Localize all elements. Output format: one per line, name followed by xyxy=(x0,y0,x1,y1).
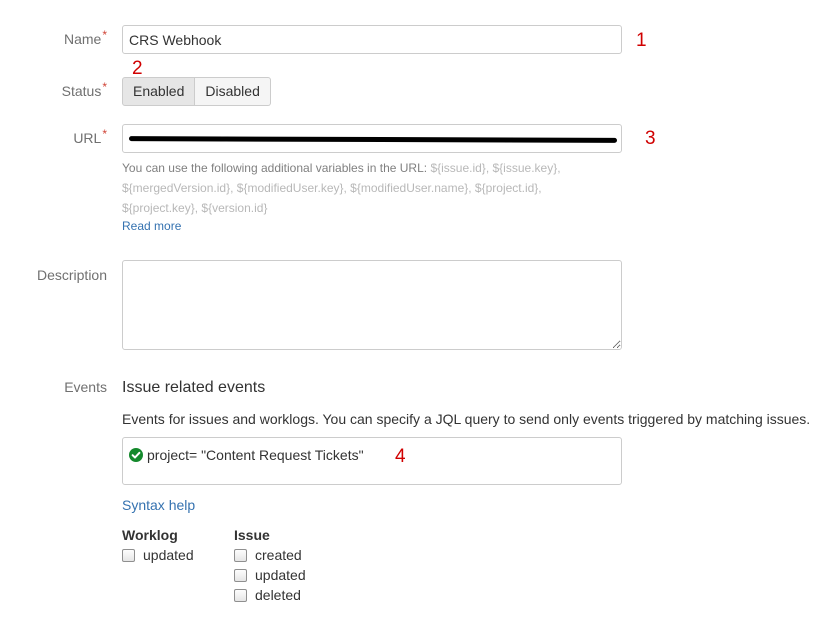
events-label: Events xyxy=(64,379,107,395)
status-enabled-button[interactable]: Enabled xyxy=(122,77,196,106)
status-disabled-button[interactable]: Disabled xyxy=(195,77,271,106)
checkbox-box[interactable] xyxy=(234,588,247,602)
issue-group-title: Issue xyxy=(234,527,270,543)
syntax-help-link[interactable]: Syntax help xyxy=(122,497,195,513)
issue-created-checkbox[interactable]: created xyxy=(234,547,302,563)
issue-updated-checkbox[interactable]: updated xyxy=(234,567,306,583)
description-label: Description xyxy=(36,267,107,283)
var-version-id: ${version.id} xyxy=(201,201,268,215)
jql-query-text: project= "Content Request Tickets" xyxy=(147,447,364,463)
description-textarea[interactable] xyxy=(122,260,622,350)
annotation-1: 1 xyxy=(636,30,647,51)
valid-check-icon xyxy=(129,448,143,465)
status-toggle: Enabled Disabled xyxy=(122,77,271,106)
events-subtext: Events for issues and worklogs. You can … xyxy=(122,411,811,427)
var-modified-user-name: ${modifiedUser.name}, xyxy=(350,181,472,195)
redaction-mark xyxy=(128,136,618,143)
var-issue-key: ${issue.key}, xyxy=(492,161,561,175)
events-heading: Issue related events xyxy=(122,379,266,396)
checkbox-box[interactable] xyxy=(234,548,247,562)
name-input[interactable] xyxy=(122,25,622,54)
status-label: Status* xyxy=(61,80,107,99)
var-issue-id: ${issue.id}, xyxy=(430,161,490,175)
issue-deleted-checkbox[interactable]: deleted xyxy=(234,587,301,603)
read-more-link[interactable]: Read more xyxy=(122,219,181,233)
var-modified-user-key: ${modifiedUser.key}, xyxy=(236,181,347,195)
url-input[interactable] xyxy=(122,124,622,153)
name-label: Name* xyxy=(63,28,107,47)
worklog-updated-checkbox[interactable]: updated xyxy=(122,547,194,563)
jql-textarea[interactable]: project= "Content Request Tickets" xyxy=(122,437,622,485)
url-label: URL* xyxy=(73,127,107,146)
worklog-group-title: Worklog xyxy=(122,527,178,543)
annotation-4: 4 xyxy=(395,446,406,467)
var-project-key: ${project.key}, xyxy=(122,201,199,215)
checkbox-box[interactable] xyxy=(122,548,135,562)
var-merged-version-id: ${mergedVersion.id}, xyxy=(122,181,234,195)
var-project-id: ${project.id}, xyxy=(474,181,542,195)
annotation-3: 3 xyxy=(645,128,656,149)
checkbox-box[interactable] xyxy=(234,568,247,582)
url-help-text: You can use the following additional var… xyxy=(122,161,561,215)
